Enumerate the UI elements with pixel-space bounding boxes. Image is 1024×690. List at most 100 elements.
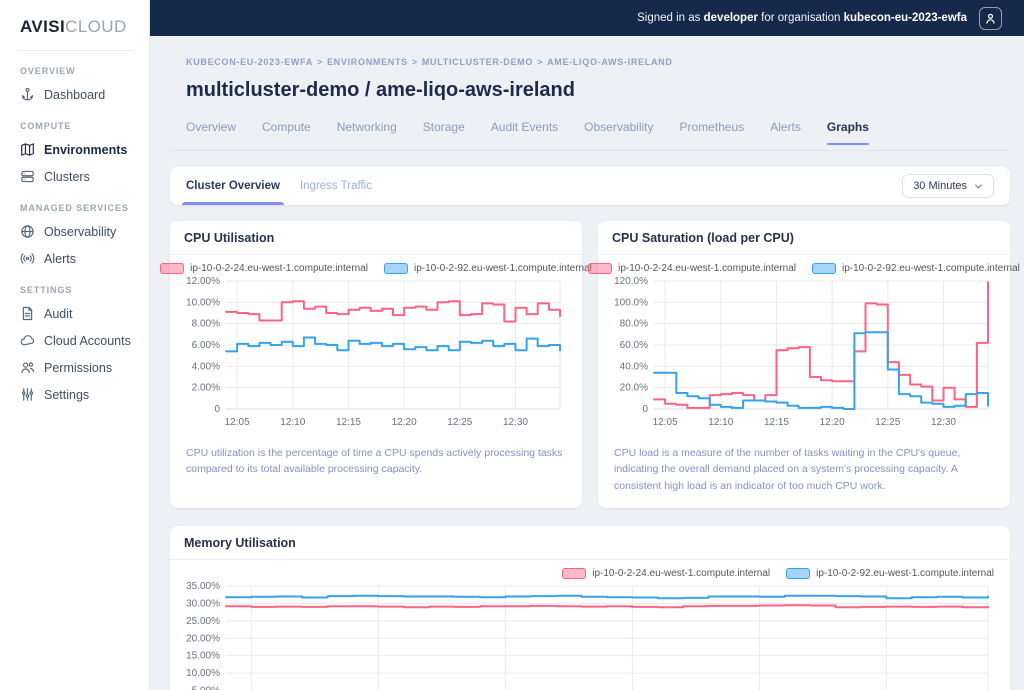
svg-text:12.00%: 12.00% [186, 276, 220, 287]
sidebar-item-dashboard[interactable]: Dashboard [0, 81, 149, 108]
content-area: KUBECON-EU-2023-EWFA > ENVIRONMENTS > MULTIC… [150, 36, 1024, 690]
time-range-label: 30 Minutes [913, 180, 967, 192]
time-range-selector[interactable]: 30 Minutes [902, 174, 994, 198]
svg-text:12:15: 12:15 [336, 417, 361, 428]
sidebar-item-label: Observability [44, 224, 117, 239]
main-area: Signed in as developer for organisation … [150, 0, 1024, 690]
subtab-cluster-overview[interactable]: Cluster Overview [182, 167, 284, 205]
sidebar-item-label: Dashboard [44, 87, 106, 102]
sidebar-nav: OVERVIEW Dashboard COMPUTE Environments Clus… [0, 53, 149, 408]
cpu-saturation-card: CPU Saturation (load per CPU) ip-10-0-2-… [588, 221, 1020, 508]
legend-swatch [588, 263, 613, 274]
sidebar-item-observability[interactable]: Observability [0, 218, 149, 245]
svg-text:120.0%: 120.0% [614, 276, 648, 287]
tab-audit-events[interactable]: Audit Events [491, 116, 558, 150]
tab-alerts[interactable]: Alerts [770, 116, 801, 150]
legend-label: ip-10-0-2-24.eu-west-1.compute.internal [618, 263, 796, 274]
svg-text:12:20: 12:20 [820, 417, 845, 428]
legend-entry[interactable]: ip-10-0-2-92.eu-west-1.compute.internal [384, 263, 592, 274]
svg-text:8.00%: 8.00% [192, 319, 220, 330]
legend-swatch [786, 567, 811, 579]
legend-swatch [562, 567, 587, 579]
svg-text:10.00%: 10.00% [186, 668, 220, 679]
svg-text:12:25: 12:25 [875, 417, 900, 428]
tab-prometheus[interactable]: Prometheus [680, 116, 745, 150]
chevron-down-icon [975, 183, 982, 189]
chart-canvas: 12.00% 10.00% 8.00% 6.00% 4.00% 2.00% 0 12:05 12… [186, 276, 561, 428]
breadcrumb-item-ame-liqo-aws-ireland[interactable]: AME-LIQO-AWS-IRELAND [547, 57, 673, 67]
legend-entry[interactable]: ip-10-0-2-24.eu-west-1.compute.internal [160, 263, 368, 274]
legend-entry[interactable]: ip-10-0-2-24.eu-west-1.compute.internal [588, 263, 796, 274]
sidebar-item-audit[interactable]: Audit [0, 300, 149, 327]
chart-caption: CPU utilization is the percentage of tim… [186, 447, 563, 476]
svg-text:80.0%: 80.0% [620, 319, 648, 330]
tab-compute[interactable]: Compute [262, 116, 311, 150]
legend-entry[interactable]: ip-10-0-2-92.eu-west-1.compute.internal [812, 263, 1020, 274]
sidebar-item-permissions[interactable]: Permissions [0, 354, 149, 381]
sidebar-item-label: Clusters [44, 169, 90, 184]
sidebar-divider [18, 50, 133, 51]
svg-text:0: 0 [642, 404, 648, 415]
breadcrumb-item-multicluster-demo[interactable]: MULTICLUSTER-DEMO [422, 57, 533, 67]
chart-body: ip-10-0-2-24.eu-west-1.compute.internal i… [160, 255, 592, 437]
sidebar-item-clusters[interactable]: Clusters [0, 163, 149, 190]
map-icon [21, 143, 34, 156]
chart-title: CPU Utilisation [170, 221, 582, 255]
legend-label: ip-10-0-2-24.eu-west-1.compute.internal [190, 263, 368, 274]
sidebar-item-cloud-accounts[interactable]: Cloud Accounts [0, 327, 149, 354]
breadcrumb-item-kubecon-eu-2023-ewfa[interactable]: KUBECON-EU-2023-EWFA [186, 57, 313, 67]
tab-overview[interactable]: Overview [186, 116, 236, 150]
globe-icon [21, 225, 34, 238]
subtab-ingress-traffic[interactable]: Ingress Traffic [300, 167, 372, 205]
sidebar-item-label: Settings [44, 387, 90, 402]
app-window: AVISICLOUD OVERVIEW Dashboard COMPUTE Envir… [0, 0, 1024, 690]
legend-entry[interactable]: ip-10-0-2-92.eu-west-1.compute.internal [786, 567, 994, 579]
signed-in-prefix: Signed in as [637, 12, 701, 24]
svg-text:12:05: 12:05 [653, 417, 678, 428]
sidebar-item-environments[interactable]: Environments [0, 136, 149, 163]
svg-text:25.00%: 25.00% [186, 616, 220, 627]
legend-swatch [812, 263, 836, 274]
tab-networking[interactable]: Networking [337, 116, 397, 150]
sidebar-item-alerts[interactable]: Alerts [0, 245, 149, 272]
svg-text:30.00%: 30.00% [186, 598, 220, 609]
people-icon [21, 362, 35, 374]
legend-label: ip-10-0-2-92.eu-west-1.compute.internal [816, 567, 994, 579]
svg-text:10.00%: 10.00% [186, 297, 220, 308]
sidebar-item-settings[interactable]: Settings [0, 381, 149, 408]
breadcrumb-separator: > [317, 57, 323, 67]
signed-in-infix: for organisation [761, 12, 841, 24]
sidebar-item-label: Environments [44, 142, 128, 157]
broadcast-icon [20, 253, 35, 264]
sidebar-item-label: Permissions [44, 360, 113, 375]
brand-logo-bold: AVISI [20, 17, 66, 36]
svg-text:12:30: 12:30 [931, 417, 956, 428]
chart-title: CPU Saturation (load per CPU) [598, 221, 1010, 255]
subtab-bar: Cluster Overview Ingress Traffic 30 Minut… [170, 167, 1010, 205]
chart-plot: 120.0% 100.0% 80.0% 60.0% 40.0% 20.0% 0 12:05 12… [608, 274, 1000, 437]
brand-logo-light: CLOUD [65, 17, 127, 36]
chart-title: Memory Utilisation [170, 526, 1010, 560]
svg-text:6.00%: 6.00% [192, 340, 220, 351]
brand-logo[interactable]: AVISICLOUD [0, 0, 149, 50]
topbar: Signed in as developer for organisation … [150, 0, 1024, 36]
user-menu-button[interactable] [979, 6, 1002, 30]
sidebar-section-header: COMPUTE [20, 121, 72, 131]
chart-plot: 12.00% 10.00% 8.00% 6.00% 4.00% 2.00% 0 12:05 12… [180, 274, 572, 437]
breadcrumb-item-environments[interactable]: ENVIRONMENTS [327, 57, 408, 67]
tab-storage[interactable]: Storage [423, 116, 465, 150]
chart-legend: ip-10-0-2-24.eu-west-1.compute.internal i… [180, 567, 1000, 579]
anchor-icon [21, 87, 34, 101]
tabs-bar: Overview Compute Networking Storage Audit Ev… [170, 116, 1010, 151]
svg-text:0: 0 [214, 404, 220, 415]
tab-graphs[interactable]: Graphs [826, 116, 869, 150]
svg-text:20.0%: 20.0% [620, 383, 648, 394]
tab-observability[interactable]: Observability [584, 116, 653, 150]
tabs-list: Overview Compute Networking Storage Audit Ev… [186, 116, 994, 150]
svg-text:2.00%: 2.00% [192, 383, 220, 394]
chart-canvas: 35.00% 30.00% 25.00% 20.00% 15.00% 10.00% 5.00… [186, 581, 989, 690]
breadcrumb: KUBECON-EU-2023-EWFA > ENVIRONMENTS > MULTIC… [186, 57, 994, 67]
sidebar-item-label: Cloud Accounts [44, 333, 131, 348]
legend-entry[interactable]: ip-10-0-2-24.eu-west-1.compute.internal [562, 567, 770, 579]
legend-label: ip-10-0-2-92.eu-west-1.compute.internal [414, 263, 592, 274]
